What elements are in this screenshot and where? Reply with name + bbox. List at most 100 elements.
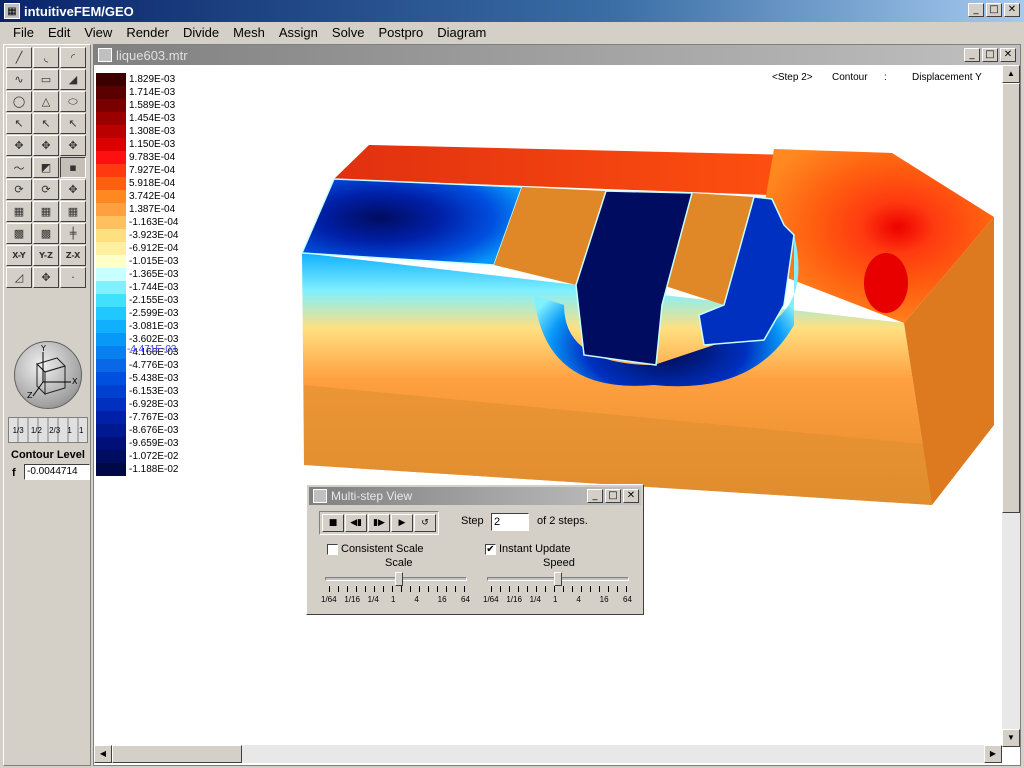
consistent-scale-checkbox[interactable]: [327, 544, 338, 555]
curve-icon[interactable]: 〜: [6, 157, 32, 178]
menu-view[interactable]: View: [77, 25, 119, 40]
line-icon[interactable]: ╱: [6, 47, 32, 68]
surface-icon[interactable]: ◢: [60, 69, 86, 90]
menu-divide[interactable]: Divide: [176, 25, 226, 40]
close-button[interactable]: ✕: [1004, 3, 1020, 17]
model-window-title: lique603.mtr: [116, 47, 188, 63]
tool-grid: ╱ ◟ ◜ ∿ ▭ ◢ ◯ △ ⬭ ↖ ↖ ↖ ✥ ✥ ✥ 〜 ◩ ▪ ⟳ ⟳ ✥ ▦ ▦ ▦ ▩ ▩ ╪ X-Y Y-Z Z-X ◿ ✥ ·: [6, 47, 90, 288]
mesh2-icon[interactable]: ▩: [33, 223, 59, 244]
menu-bar: File Edit View Render Divide Mesh Assign…: [0, 22, 1024, 42]
vertical-scroll-thumb[interactable]: [1002, 83, 1020, 513]
minimize-button[interactable]: _: [968, 3, 984, 17]
ruler-label: 1: [67, 425, 72, 435]
loop-icon[interactable]: ↺: [414, 514, 436, 532]
contour-level-input[interactable]: -0.0044714: [24, 464, 90, 480]
svg-text:X: X: [72, 377, 78, 386]
menu-mesh[interactable]: Mesh: [226, 25, 272, 40]
speed-slider-thumb[interactable]: [554, 572, 562, 586]
child-close-button[interactable]: ✕: [1000, 48, 1016, 62]
tick-label: 1/16: [506, 595, 522, 604]
arc-icon[interactable]: ◟: [33, 47, 59, 68]
consistent-scale-label: Consistent Scale: [341, 543, 424, 555]
child-maximize-button[interactable]: □: [982, 48, 998, 62]
rect-icon[interactable]: ▭: [33, 69, 59, 90]
dialog-title-bar[interactable]: Multi-step View _ □ ✕: [309, 487, 641, 505]
rotate-icon[interactable]: ⟳: [33, 179, 59, 200]
step-forward-icon[interactable]: ▶: [391, 514, 413, 532]
scale-ruler[interactable]: 1/3 1/2 2/3 1 1: [8, 417, 88, 443]
model-window-title-bar[interactable]: lique603.mtr _ □ ✕: [94, 45, 1020, 65]
move-icon[interactable]: ✥: [60, 179, 86, 200]
y-z-view-icon[interactable]: Y-Z: [33, 245, 59, 266]
pick-point-icon[interactable]: ✥: [6, 135, 32, 156]
menu-solve[interactable]: Solve: [325, 25, 372, 40]
ruler-label: 1/3: [12, 425, 24, 435]
vertical-scrollbar[interactable]: ▲ ▼: [1002, 65, 1020, 747]
total-steps-label: of 2 steps.: [537, 515, 588, 527]
pick-node-icon[interactable]: ✥: [33, 135, 59, 156]
select-icon[interactable]: ↖: [6, 113, 32, 134]
app-title-bar[interactable]: ▦ intuitiveFEM/GEO _ □ ✕: [0, 0, 1024, 22]
tick-label: 64: [461, 595, 470, 604]
dialog-minimize-button[interactable]: _: [587, 489, 603, 503]
point-icon[interactable]: ·: [60, 267, 86, 288]
select-face-icon[interactable]: ↖: [60, 113, 86, 134]
pan-icon[interactable]: ✥: [33, 267, 59, 288]
scroll-left-arrow[interactable]: ◀: [94, 745, 112, 763]
mesh-icon[interactable]: ▩: [6, 223, 32, 244]
maximize-button[interactable]: □: [986, 3, 1002, 17]
z-x-view-icon[interactable]: Z-X: [60, 245, 86, 266]
box3-icon[interactable]: ▦: [60, 201, 86, 222]
tick-label: 1/64: [483, 595, 499, 604]
child-minimize-button[interactable]: _: [964, 48, 980, 62]
scale-slider-thumb[interactable]: [395, 572, 403, 586]
app-icon[interactable]: ▦: [4, 3, 20, 19]
instant-update-checkbox[interactable]: ✔: [485, 544, 496, 555]
child-window-controls: _ □ ✕: [964, 48, 1016, 62]
step-input[interactable]: 2: [491, 513, 529, 531]
contour-select-icon[interactable]: ▪: [60, 157, 86, 178]
horizontal-scroll-thumb[interactable]: [112, 745, 242, 763]
tick-label: 1: [391, 595, 396, 604]
instant-update-label: Instant Update: [499, 543, 571, 555]
cone-icon[interactable]: △: [33, 91, 59, 112]
dialog-close-button[interactable]: ✕: [623, 489, 639, 503]
scroll-right-arrow[interactable]: ▶: [984, 745, 1002, 763]
cut-icon[interactable]: ╪: [60, 223, 86, 244]
scroll-up-arrow[interactable]: ▲: [1002, 65, 1020, 83]
document-icon: [98, 48, 112, 62]
box2-icon[interactable]: ▦: [33, 201, 59, 222]
arc2-icon[interactable]: ◜: [60, 47, 86, 68]
render-canvas[interactable]: 1.829E-03 1.714E-03 1.589E-03 1.454E-03 1.30…: [94, 65, 1002, 747]
speed-slider-label: Speed: [543, 557, 575, 569]
dialog-maximize-button[interactable]: □: [605, 489, 621, 503]
box-icon[interactable]: ▦: [6, 201, 32, 222]
iso-view-icon[interactable]: ◿: [6, 267, 32, 288]
menu-postpro[interactable]: Postpro: [371, 25, 430, 40]
circle-icon[interactable]: ◯: [6, 91, 32, 112]
view-orientation-sphere[interactable]: Y X Z: [14, 341, 82, 409]
cylinder-icon[interactable]: ⬭: [60, 91, 86, 112]
play-icon[interactable]: ▮▶: [368, 514, 390, 532]
horizontal-scrollbar[interactable]: ◀ ▶: [94, 745, 1002, 763]
menu-render[interactable]: Render: [119, 25, 176, 40]
fem-model-3d[interactable]: [94, 65, 1002, 747]
scroll-down-arrow[interactable]: ▼: [1002, 729, 1020, 747]
toolbox: ╱ ◟ ◜ ∿ ▭ ◢ ◯ △ ⬭ ↖ ↖ ↖ ✥ ✥ ✥ 〜 ◩ ▪ ⟳ ⟳ ✥ ▦ ▦ ▦ ▩ ▩ ╪ X-Y Y-Z Z-X ◿ ✥ · …: [3, 44, 91, 766]
menu-diagram[interactable]: Diagram: [430, 25, 493, 40]
patch-icon[interactable]: ◩: [33, 157, 59, 178]
stop-icon[interactable]: ■: [322, 514, 344, 532]
dialog-icon: [313, 489, 327, 503]
tick-label: 1/4: [367, 595, 379, 604]
menu-file[interactable]: File: [6, 25, 41, 40]
x-y-view-icon[interactable]: X-Y: [6, 245, 32, 266]
menu-assign[interactable]: Assign: [272, 25, 325, 40]
spline-icon[interactable]: ∿: [6, 69, 32, 90]
select-edge-icon[interactable]: ↖: [33, 113, 59, 134]
pick-solid-icon[interactable]: ✥: [60, 135, 86, 156]
rotate-x-icon[interactable]: ⟳: [6, 179, 32, 200]
svg-text:Z: Z: [27, 391, 33, 400]
menu-edit[interactable]: Edit: [41, 25, 77, 40]
tick-label: 1: [553, 595, 558, 604]
step-back-icon[interactable]: ◀▮: [345, 514, 367, 532]
